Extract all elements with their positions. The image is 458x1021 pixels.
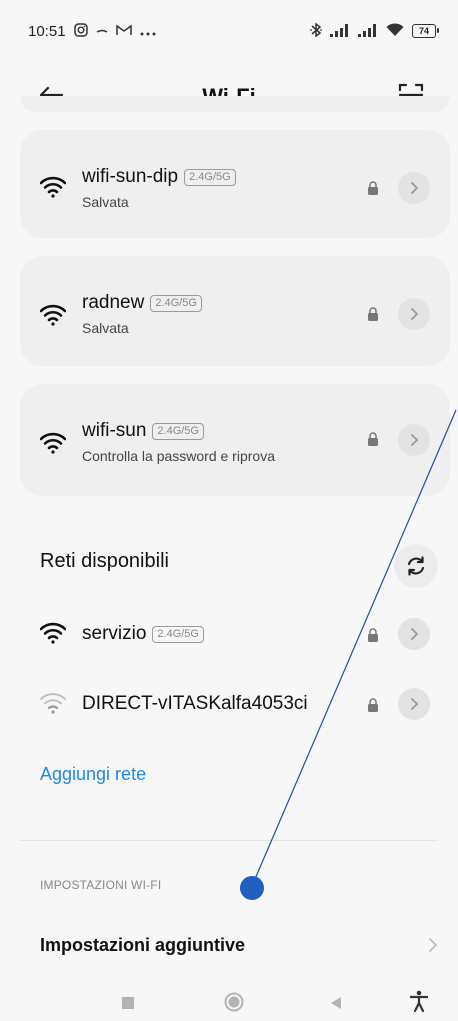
network-name: wifi-sun [82,420,147,441]
status-bar: 10:51 74 [0,0,458,62]
network-details-button[interactable] [398,424,430,456]
network-text: DIRECT-vITASKalfa4053ci [82,693,308,715]
network-name-line: DIRECT-vITASKalfa4053ci [82,693,308,715]
network-name-line: radnew 2.4G/5G [82,292,202,314]
network-name-line: wifi-sun-dip 2.4G/5G [82,166,236,188]
more-notifications-icon [140,23,156,39]
network-row-wifi-sun[interactable]: wifi-sun 2.4G/5G Controlla la password e… [0,412,458,472]
network-name: servizio [82,623,147,644]
recents-button[interactable] [122,996,134,1014]
band-badge: 2.4G/5G [152,625,204,643]
wifi-status-icon [386,22,404,40]
lock-icon [368,181,378,195]
gmail-icon [115,23,132,39]
available-networks-title: Reti disponibili [40,550,169,572]
wifi-icon [40,176,66,198]
accessibility-button[interactable] [409,990,429,1017]
wifi-icon [40,304,66,326]
network-row-radnew[interactable]: radnew 2.4G/5G Salvata [0,284,458,344]
network-status: Controlla la password e riprova [82,448,275,464]
network-text: wifi-sun-dip 2.4G/5G Salvata [82,166,236,210]
wifi-icon [40,622,66,644]
chevron-right-icon [411,308,418,320]
chevron-right-icon [411,182,418,194]
wifi-weak-icon [40,693,66,714]
instagram-icon [73,22,88,40]
circle-icon [224,992,244,1012]
square-icon [122,997,134,1009]
lock-icon [368,307,378,321]
status-left: 10:51 [28,23,156,40]
chevron-right-icon [411,628,418,640]
network-text: radnew 2.4G/5G Salvata [82,292,202,336]
dash-icon [96,23,108,39]
network-name: DIRECT-vITASKalfa4053ci [82,693,308,714]
band-badge: 2.4G/5G [150,294,202,312]
status-time: 10:51 [28,22,66,40]
battery-indicator: 74 [412,24,439,38]
section-divider [20,840,438,841]
bluetooth-icon [310,22,322,41]
network-row-servizio[interactable]: servizio 2.4G/5G [0,604,458,664]
battery-level: 74 [418,26,429,36]
network-status: Salvata [82,194,129,210]
lock-icon [368,628,378,642]
home-button[interactable] [224,992,244,1017]
signal-icon-1 [330,23,350,40]
additional-settings-label: Impostazioni aggiuntive [40,934,246,955]
chevron-right-icon [411,698,418,710]
add-network-link[interactable]: Aggiungi rete [40,764,146,785]
refresh-icon [407,556,425,576]
network-details-button[interactable] [398,688,430,720]
network-text: wifi-sun 2.4G/5G Controlla la password e… [82,420,275,464]
back-nav-button[interactable] [330,996,342,1014]
touch-point-marker [240,876,264,900]
network-name-line: wifi-sun 2.4G/5G [82,420,275,442]
lock-icon [368,432,378,446]
status-right: 74 [310,22,439,41]
previous-card-fragment [20,96,450,112]
network-details-button[interactable] [398,298,430,330]
band-badge: 2.4G/5G [152,422,204,440]
network-name: wifi-sun-dip [82,166,179,187]
network-row-wifi-sun-dip[interactable]: wifi-sun-dip 2.4G/5G Salvata [0,158,458,218]
network-row-direct-vitaskalfa[interactable]: DIRECT-vITASKalfa4053ci [0,674,458,734]
wifi-icon [40,432,66,454]
signal-icon-2 [358,23,378,40]
network-text: servizio 2.4G/5G [82,623,204,645]
wifi-settings-header: IMPOSTAZIONI WI-FI [40,878,162,892]
chevron-right-icon [429,938,437,952]
accessibility-icon [409,990,429,1013]
band-badge: 2.4G/5G [184,168,236,186]
network-details-button[interactable] [398,172,430,204]
network-details-button[interactable] [398,618,430,650]
network-name-line: servizio 2.4G/5G [82,623,204,645]
refresh-button[interactable] [394,544,438,588]
additional-settings-row[interactable]: Impostazioni aggiuntive [40,930,438,960]
triangle-back-icon [331,997,341,1009]
network-name: radnew [82,292,145,313]
lock-icon [368,698,378,712]
chevron-right-icon [411,434,418,446]
network-status: Salvata [82,320,129,336]
system-navigation-bar [0,988,458,1021]
